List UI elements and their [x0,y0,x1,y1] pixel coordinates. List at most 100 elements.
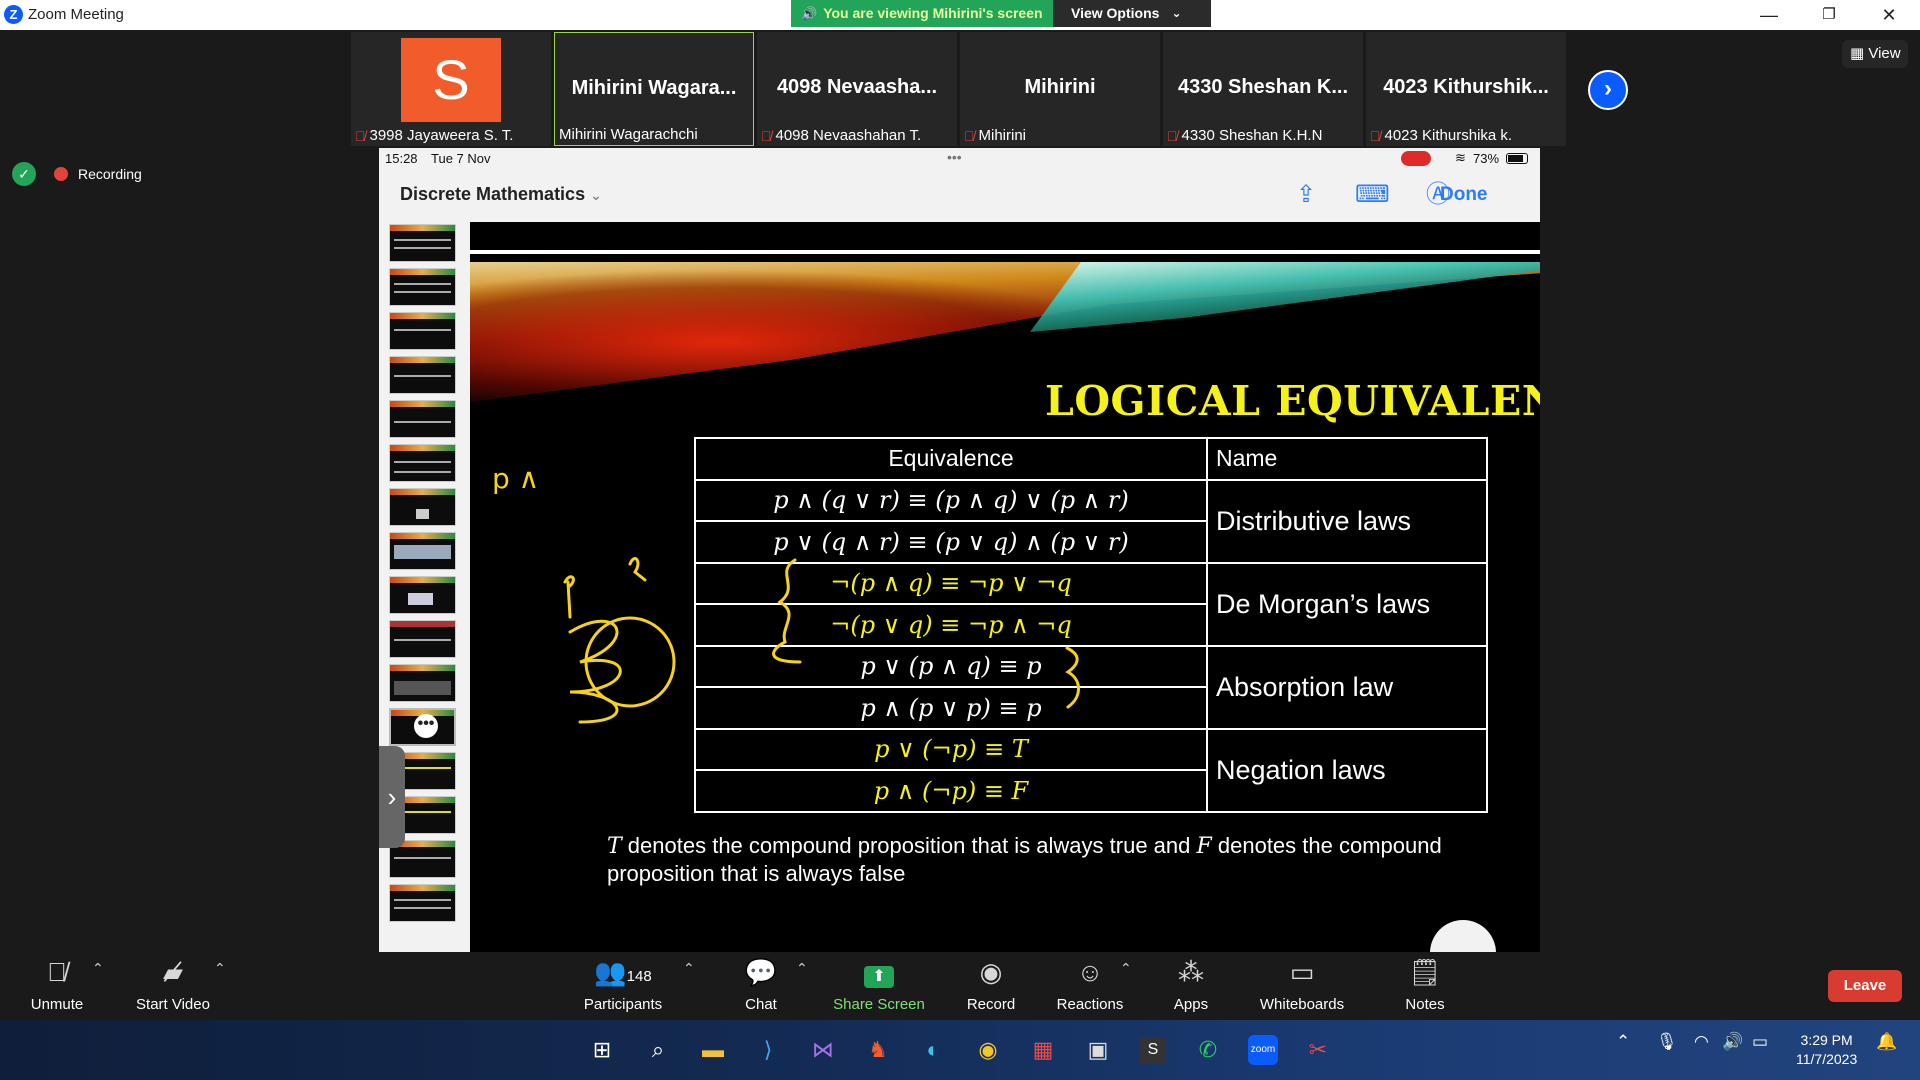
reactions-label: Reactions [1056,996,1124,1013]
page-thumbnail[interactable] [389,488,456,526]
participant-name: 3998 Jayaweera S. T. [369,127,514,144]
snipping-tool-icon[interactable]: ✂ [1298,1030,1338,1070]
page-thumbnail[interactable] [389,884,456,922]
chrome-icon[interactable]: ◉ [968,1030,1008,1070]
page-thumbnail[interactable] [389,224,456,262]
participant-display-name: 4098 Nevaasha... [776,76,938,98]
system-clock[interactable]: 3:29 PM 11/7/2023 [1796,1031,1857,1069]
restore-button[interactable]: ❐ [1806,0,1852,30]
start-video-label: Start Video [136,996,210,1013]
reactions-options-caret[interactable]: ⌃ [1120,960,1132,977]
mic-muted-icon: 🎙̸ [964,127,975,144]
share-icon[interactable]: ⇪ [1289,178,1323,212]
brave-icon[interactable]: ♞ [858,1030,898,1070]
annotation-brace [772,558,802,664]
more-dots-icon: ••• [947,149,962,165]
handwritten-annotations [563,557,1080,724]
annotation-circle [584,616,676,708]
share-screen-icon: ⬆ [832,958,926,988]
mic-muted-icon: 🎙̸ [1167,127,1178,144]
video-options-caret[interactable]: ⌃ [214,960,226,977]
zoom-meeting-window: Z Zoom Meeting 🔊 You are viewing Mihirin… [0,0,1920,1080]
participant-tile[interactable]: 4098 Nevaasha... 🎙̸ 4098 Nevaashahan T. [757,32,957,146]
leave-button[interactable]: Leave [1828,970,1902,1002]
page-thumbnail[interactable] [389,268,456,306]
page-thumbnail[interactable] [389,444,456,482]
edge-icon[interactable]: ◐ [913,1030,953,1070]
apps-label: Apps [1173,996,1209,1013]
file-explorer-icon[interactable]: ▬ [693,1030,733,1070]
participant-tile[interactable]: 4023 Kithurshik... 🎙̸ 4023 Kithurshika k… [1366,32,1566,146]
apps-button[interactable]: ⁂ Apps [1172,958,1210,1013]
notification-bell-icon[interactable]: 🔔 [1876,1032,1897,1052]
chat-label: Chat [745,996,777,1013]
audio-options-caret[interactable]: ⌃ [92,960,104,977]
participants-count: 148 [626,968,652,985]
share-screen-button[interactable]: ⬆ Share Screen [832,958,926,1013]
recording-indicator[interactable]: ✓ Recording [12,162,142,186]
meeting-toolbar: 🎙̸ Unmute ⌃ ▰̸ Start Video ⌃ 👥148 Partic… [0,952,1920,1020]
view-button[interactable]: ▦ View [1842,40,1908,68]
store-icon[interactable]: ▦ [1023,1030,1063,1070]
share-banner: 🔊 You are viewing Mihirini's screen View… [791,0,1211,27]
close-button[interactable]: ✕ [1866,0,1912,30]
chevron-up-icon[interactable]: ⌃ [1616,1032,1630,1052]
sidebar-collapse-handle[interactable]: › [379,746,405,848]
apps-icon: ⁂ [1178,957,1204,987]
reactions-button[interactable]: ☺ Reactions [1056,958,1124,1013]
vscode-icon[interactable]: ⟩ [748,1030,788,1070]
participants-button[interactable]: 👥148 Participants [578,958,668,1013]
participant-label: 🎙̸ 4330 Sheshan K.H.N [1167,127,1322,144]
view-options-label: View Options [1071,5,1160,21]
done-button[interactable]: Done [1440,184,1488,206]
participants-options-caret[interactable]: ⌃ [683,960,695,977]
video-off-icon: ▰̸ [163,957,183,987]
record-button[interactable]: ◉ Record [964,958,1018,1013]
unmute-button[interactable]: 🎙̸ Unmute [26,958,88,1013]
page-thumbnail[interactable] [389,620,456,658]
whatsapp-icon[interactable]: ✆ [1188,1030,1228,1070]
more-options-icon[interactable]: ••• [414,714,438,738]
record-dot-icon [54,167,68,181]
app-icon[interactable]: ▣ [1078,1030,1118,1070]
volume-icon[interactable]: 🔊 [1722,1032,1743,1052]
participant-tile[interactable]: 4330 Sheshan K... 🎙̸ 4330 Sheshan K.H.N [1163,32,1363,146]
page-thumbnail[interactable] [389,532,456,570]
page-thumbnail[interactable] [389,312,456,350]
app-s-icon[interactable]: S [1133,1030,1173,1070]
next-participants-button[interactable]: › [1588,70,1628,110]
wifi-icon[interactable]: ◠ [1694,1032,1709,1052]
start-video-button[interactable]: ▰̸ Start Video [132,958,214,1013]
minimize-button[interactable]: — [1746,0,1792,30]
zoom-taskbar-icon[interactable]: zoom [1243,1030,1283,1070]
visual-studio-icon[interactable]: ⋈ [803,1030,843,1070]
windows-start-icon[interactable]: ⊞ [582,1030,622,1070]
page-thumbnail[interactable] [389,356,456,394]
chat-button[interactable]: 💬 Chat [738,958,784,1013]
participants-label: Participants [583,996,663,1013]
avatar: S [401,38,501,122]
document-header: Discrete Mathematics ⌄ ⇪ ⌨ Ⓐ Done [379,170,1540,220]
participant-display-name: Mihirini [1024,76,1096,98]
page-thumbnail-current[interactable]: ••• [389,708,456,746]
shared-screen: 15:28 Tue 7 Nov ••• ≋ 73% Discrete Mathe… [379,148,1540,952]
whiteboards-button[interactable]: ▭ Whiteboards [1258,958,1346,1013]
notes-button[interactable]: 🗒 Notes [1402,958,1448,1013]
whiteboard-icon: ▭ [1289,957,1315,987]
participant-tile[interactable]: S 🎙̸ 3998 Jayaweera S. T. [351,32,551,146]
participant-tile-active-speaker[interactable]: Mihirini Wagara... Mihirini Wagarachchi [554,32,754,146]
wifi-icon: ≋ [1455,150,1466,165]
page-thumbnail[interactable] [389,576,456,614]
microphone-icon[interactable]: 🎙 [1656,1032,1678,1052]
chat-options-caret[interactable]: ⌃ [796,960,808,977]
search-icon[interactable]: ⌕ [638,1030,678,1070]
page-thumbnail[interactable] [389,664,456,702]
battery-icon[interactable]: ▭ [1752,1032,1768,1052]
participant-tile[interactable]: Mihirini 🎙̸ Mihirini [960,32,1160,146]
page-thumbnail[interactable] [389,400,456,438]
clock-date: 11/7/2023 [1796,1051,1858,1067]
annotation-stroke [628,557,647,582]
view-options-button[interactable]: View Options ⌄ [1053,0,1211,27]
document-title[interactable]: Discrete Mathematics ⌄ [400,184,602,205]
markup-keyboard-icon[interactable]: ⌨ [1355,178,1390,212]
